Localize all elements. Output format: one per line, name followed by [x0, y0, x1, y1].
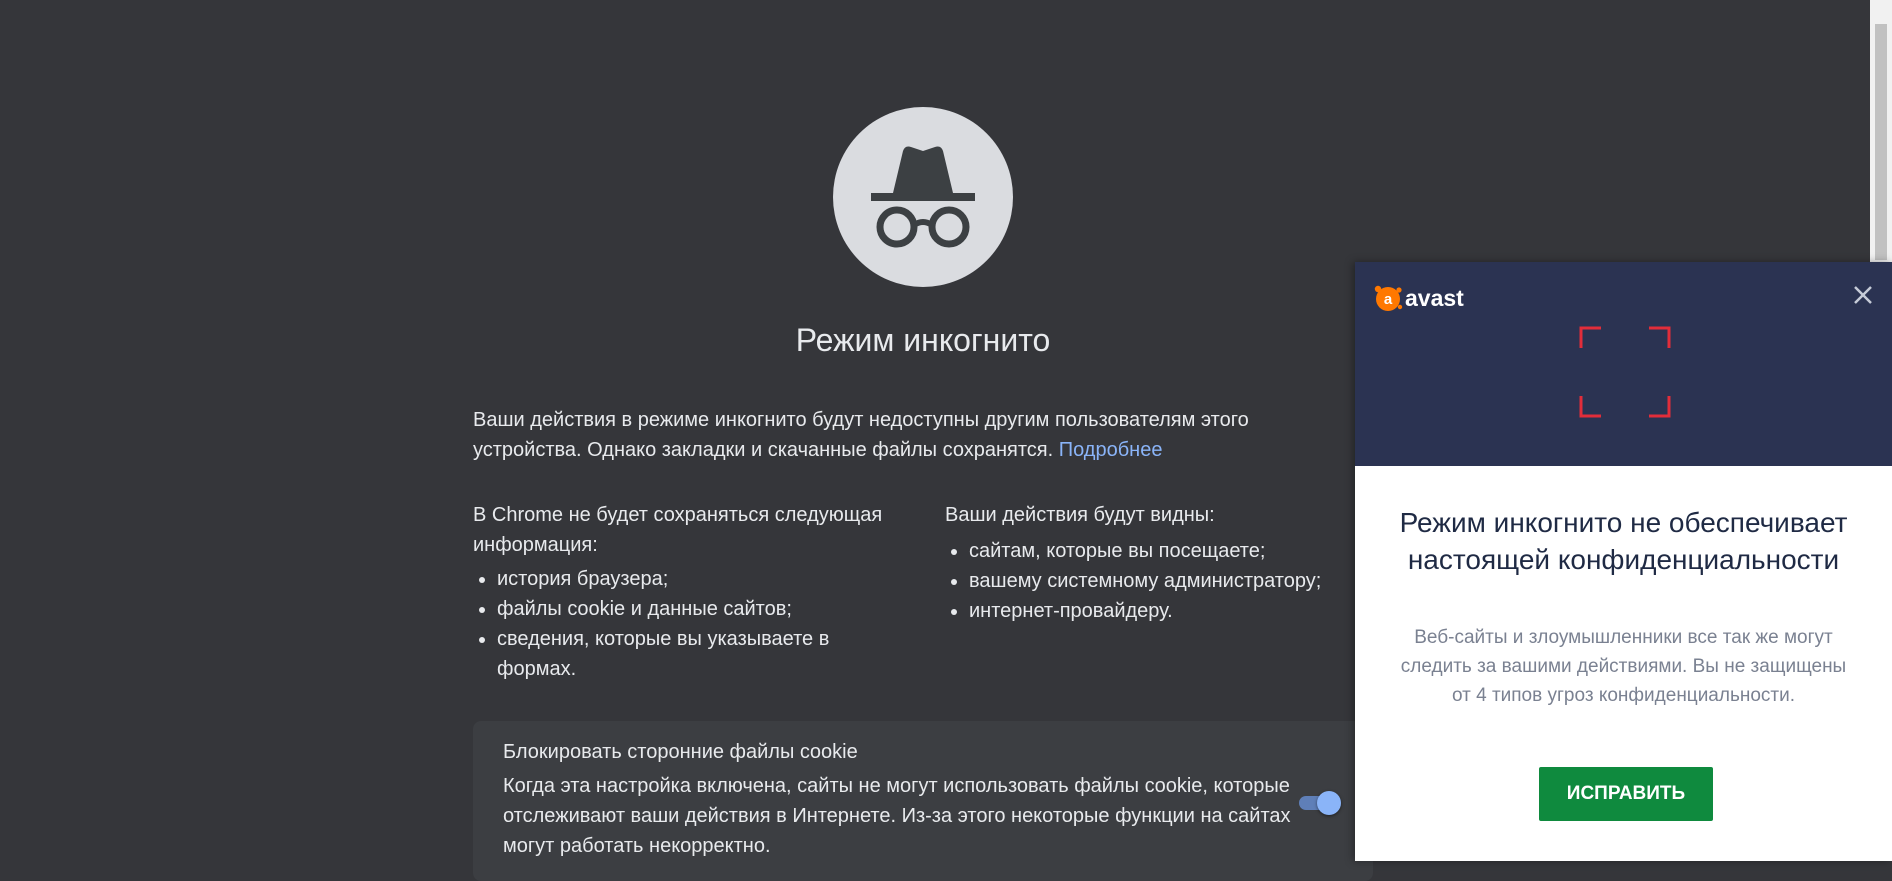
incognito-icon — [833, 107, 1013, 287]
avast-logo-icon: a — [1374, 285, 1403, 311]
cookie-block-card: Блокировать сторонние файлы cookie Когда… — [473, 721, 1373, 881]
visible-to-heading: Ваши действия будут видны: — [945, 504, 1215, 526]
avast-description: Веб-сайты и злоумышленники все так же мо… — [1400, 627, 1847, 706]
avast-title: Режим инкогнито не обеспечивает настояще… — [1399, 507, 1848, 575]
svg-text:a: a — [1384, 291, 1393, 308]
close-icon — [1854, 286, 1872, 304]
list-item: вашему системному администратору; — [969, 566, 1365, 596]
page-title: Режим инкогнито — [795, 322, 1051, 358]
not-saved-heading: В Chrome не будет сохраняться следующая … — [473, 504, 883, 556]
cookie-block-description: Когда эта настройка включена, сайты не м… — [503, 775, 1291, 857]
list-item: файлы cookie и данные сайтов; — [497, 594, 893, 624]
list-item: сайтам, которые вы посещаете; — [969, 536, 1365, 566]
cookie-block-title: Блокировать сторонние файлы cookie — [503, 741, 858, 763]
visible-to-list: сайтам, которые вы посещаете; вашему сис… — [945, 536, 1365, 626]
close-button[interactable] — [1850, 282, 1876, 308]
cookie-block-toggle[interactable] — [1295, 789, 1343, 817]
list-item: история браузера; — [497, 564, 893, 594]
not-saved-section: В Chrome не будет сохраняться следующая … — [473, 500, 893, 684]
scrollbar-thumb[interactable] — [1875, 24, 1887, 260]
visible-to-section: Ваши действия будут видны: сайтам, котор… — [945, 500, 1365, 626]
toggle-thumb — [1317, 791, 1341, 815]
avast-logo: a avast — [1373, 282, 1464, 314]
incognito-intro: Ваши действия в режиме инкогнито будут н… — [473, 405, 1353, 465]
learn-more-link[interactable]: Подробнее — [1059, 439, 1163, 461]
not-saved-list: история браузера; файлы cookie и данные … — [473, 564, 893, 684]
avast-header: a avast — [1355, 262, 1892, 466]
avast-popup: a avast Режим инкогнито не обеспечивает … — [1355, 262, 1892, 861]
scan-frame-icon — [1579, 326, 1671, 418]
fix-button[interactable]: ИСПРАВИТЬ — [1539, 767, 1713, 821]
list-item: интернет-провайдеру. — [969, 596, 1365, 626]
avast-brand: avast — [1405, 284, 1464, 311]
list-item: сведения, которые вы указываете в формах… — [497, 624, 893, 684]
